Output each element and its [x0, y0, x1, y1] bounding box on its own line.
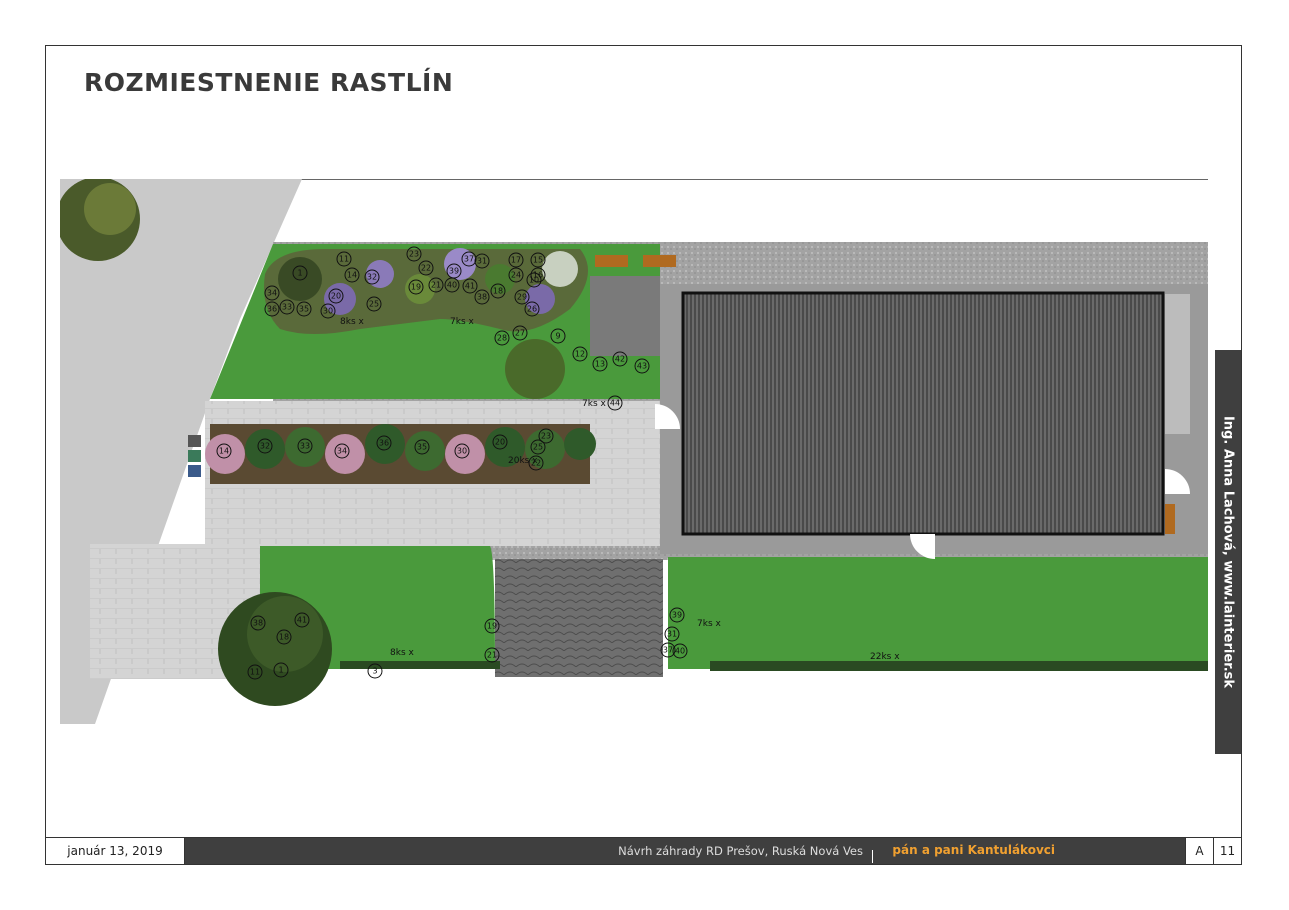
svg-text:11: 11 — [250, 668, 260, 677]
svg-text:1: 1 — [278, 666, 283, 675]
svg-text:20: 20 — [495, 438, 505, 447]
hedge-lower-left — [340, 661, 500, 669]
svg-text:11: 11 — [339, 255, 349, 264]
svg-text:1: 1 — [297, 269, 302, 278]
author-credit: Ing. Anna Lachová, www.lainterier.sk — [1220, 415, 1236, 689]
svg-text:14: 14 — [219, 447, 229, 456]
svg-text:33: 33 — [300, 442, 310, 451]
garden-plan: 8ks x 7ks x 7ks x 20ks x 8ks x 7ks x 22k… — [60, 179, 1208, 725]
qty-label: 8ks x — [390, 648, 414, 658]
hedge-lower-right — [710, 661, 1208, 671]
drawing-sheet: ROZMIESTNENIE RASTLÍN 8ks x 7ks x 7ks x … — [45, 45, 1242, 865]
house — [655, 284, 1208, 559]
svg-text:19: 19 — [411, 283, 421, 292]
qty-label: 7ks x — [582, 399, 606, 409]
svg-text:39: 39 — [672, 611, 682, 620]
title-block: január 13, 2019 Návrh záhrady RD Prešov,… — [46, 837, 1241, 864]
footer-page-number: 11 — [1213, 838, 1241, 864]
svg-text:34: 34 — [337, 447, 347, 456]
footer-project: Návrh záhrady RD Prešov, Ruská Nová Ves — [618, 844, 863, 858]
bin-1 — [188, 435, 201, 447]
svg-text:42: 42 — [615, 355, 625, 364]
svg-text:39: 39 — [449, 267, 459, 276]
svg-text:21: 21 — [431, 281, 441, 290]
svg-text:30: 30 — [457, 447, 467, 456]
svg-text:16: 16 — [533, 271, 543, 280]
svg-text:31: 31 — [477, 257, 487, 266]
lower-right-lawn — [668, 557, 1208, 669]
qty-label: 7ks x — [450, 317, 474, 327]
bin-3 — [188, 465, 201, 477]
svg-text:41: 41 — [465, 282, 475, 291]
svg-text:17: 17 — [511, 256, 521, 265]
svg-text:21: 21 — [487, 651, 497, 660]
svg-text:30: 30 — [323, 307, 333, 316]
qty-label: 22ks x — [870, 652, 900, 662]
svg-text:36: 36 — [379, 439, 389, 448]
svg-text:23: 23 — [541, 432, 551, 441]
footer-bar: Návrh záhrady RD Prešov, Ruská Nová Ves … — [185, 838, 1185, 864]
svg-text:32: 32 — [260, 442, 270, 451]
plant-marker: 3 — [367, 663, 383, 679]
svg-text:9: 9 — [555, 332, 560, 341]
svg-text:18: 18 — [279, 633, 289, 642]
svg-text:38: 38 — [477, 293, 487, 302]
svg-text:22: 22 — [421, 264, 431, 273]
svg-text:25: 25 — [369, 300, 379, 309]
svg-text:37: 37 — [663, 646, 673, 655]
svg-text:41: 41 — [297, 616, 307, 625]
svg-text:25: 25 — [533, 443, 543, 452]
svg-text:26: 26 — [527, 305, 537, 314]
svg-text:44: 44 — [610, 399, 620, 408]
footer-date: január 13, 2019 — [46, 838, 185, 864]
footer-sheet-letter: A — [1185, 838, 1213, 864]
svg-text:35: 35 — [299, 305, 309, 314]
small-terrace — [590, 276, 660, 356]
footer-separator — [872, 850, 873, 863]
svg-text:20: 20 — [331, 292, 341, 301]
svg-text:27: 27 — [515, 329, 525, 338]
svg-text:29: 29 — [517, 293, 527, 302]
svg-text:15: 15 — [533, 256, 543, 265]
planter-box-1 — [595, 255, 628, 267]
svg-text:18: 18 — [493, 287, 503, 296]
svg-text:24: 24 — [511, 271, 521, 280]
bin-2 — [188, 450, 201, 462]
svg-text:13: 13 — [595, 360, 605, 369]
svg-text:43: 43 — [637, 362, 647, 371]
svg-text:38: 38 — [253, 619, 263, 628]
svg-text:34: 34 — [267, 289, 277, 298]
svg-text:3: 3 — [372, 667, 377, 676]
author-sidebar: Ing. Anna Lachová, www.lainterier.sk — [1215, 350, 1241, 754]
svg-text:19: 19 — [487, 622, 497, 631]
svg-text:31: 31 — [667, 630, 677, 639]
svg-text:23: 23 — [409, 250, 419, 259]
svg-text:35: 35 — [417, 443, 427, 452]
qty-label: 8ks x — [340, 317, 364, 327]
svg-text:33: 33 — [282, 303, 292, 312]
tree-lower-left — [218, 592, 332, 706]
svg-text:40: 40 — [675, 647, 685, 656]
qty-label: 7ks x — [697, 619, 721, 629]
svg-text:14: 14 — [347, 271, 357, 280]
svg-text:28: 28 — [497, 334, 507, 343]
page-title: ROZMIESTNENIE RASTLÍN — [84, 68, 454, 97]
svg-text:12: 12 — [575, 350, 585, 359]
svg-text:22: 22 — [531, 459, 541, 468]
svg-text:40: 40 — [447, 281, 457, 290]
svg-text:37: 37 — [464, 255, 474, 264]
planter-box-2 — [643, 255, 676, 267]
footer-client: pán a pani Kantulákovci — [892, 843, 1055, 857]
svg-text:32: 32 — [367, 273, 377, 282]
svg-text:36: 36 — [267, 305, 277, 314]
driveway — [495, 559, 663, 677]
